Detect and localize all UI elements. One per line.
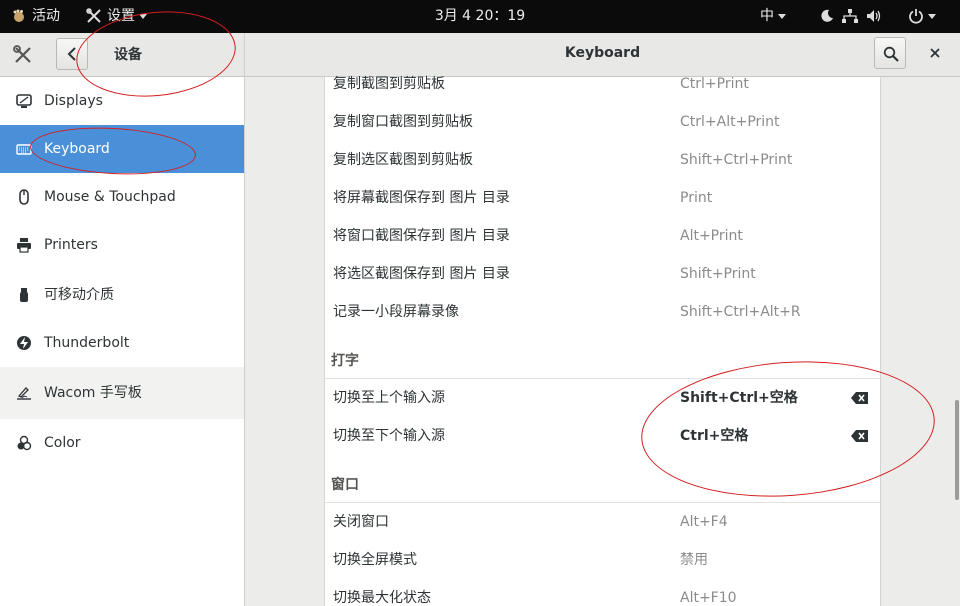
tablet-icon (17, 387, 31, 400)
shortcut-accel: Ctrl+Print (680, 76, 749, 92)
scrollbar[interactable] (955, 400, 959, 500)
content-area: 复制截图到剪贴板 Ctrl+Print 复制窗口截图到剪贴板 Ctrl+Alt+… (245, 76, 960, 606)
settings-tools-icon[interactable] (12, 44, 34, 66)
shortcut-row[interactable]: 将窗口截图保存到 图片 目录 Alt+Print (325, 217, 880, 255)
shortcut-row[interactable]: 将选区截图保存到 图片 目录 Shift+Print (325, 255, 880, 293)
sidebar-item-keyboard[interactable]: Keyboard (0, 125, 244, 173)
network-icon (842, 9, 858, 23)
shortcut-row[interactable]: 复制窗口截图到剪贴板 Ctrl+Alt+Print (325, 103, 880, 141)
power-menu[interactable] (908, 0, 936, 33)
search-icon (883, 46, 899, 62)
shortcut-accel: Alt+F4 (680, 514, 728, 530)
backspace-icon[interactable] (851, 392, 868, 404)
shortcuts-list: 复制截图到剪贴板 Ctrl+Print 复制窗口截图到剪贴板 Ctrl+Alt+… (324, 76, 881, 606)
section-title: 设备 (114, 47, 142, 63)
shortcut-accel: Shift+Ctrl+空格 (680, 390, 798, 406)
shortcut-accel: Shift+Print (680, 266, 756, 282)
group-heading-windows: 窗口 (331, 477, 359, 493)
group-heading-typing: 打字 (331, 353, 359, 369)
sidebar-item-label: Displays (44, 93, 103, 109)
shortcut-row[interactable]: 将屏幕截图保存到 图片 目录 Print (325, 179, 880, 217)
back-button[interactable] (56, 38, 88, 70)
shortcut-accel: 禁用 (680, 552, 708, 568)
sidebar-item-label: Printers (44, 237, 98, 253)
display-icon (16, 94, 32, 108)
sidebar-item-label: Wacom 手写板 (44, 385, 142, 401)
close-icon[interactable] (927, 45, 943, 61)
shortcut-name: 复制选区截图到剪贴板 (333, 152, 473, 168)
shortcut-row[interactable]: 关闭窗口 Alt+F4 (325, 503, 880, 541)
shortcut-name: 将屏幕截图保存到 图片 目录 (333, 190, 510, 206)
input-method-label: 中 (760, 8, 774, 24)
shortcut-name: 切换至上个输入源 (333, 390, 445, 406)
top-bar: 活动 设置 3月 4 20：19 中 (0, 0, 960, 33)
backspace-icon[interactable] (851, 430, 868, 442)
shortcut-name: 关闭窗口 (333, 514, 389, 530)
shortcut-row[interactable]: 切换至下个输入源 Ctrl+空格 (325, 417, 880, 455)
shortcut-accel: Print (680, 190, 713, 206)
shortcut-name: 复制窗口截图到剪贴板 (333, 114, 473, 130)
thunderbolt-icon (17, 336, 31, 350)
shortcut-accel: Shift+Ctrl+Alt+R (680, 304, 801, 320)
chevron-down-icon (928, 13, 936, 19)
status-menu[interactable] (820, 0, 890, 33)
shortcut-row[interactable]: 切换最大化状态 Alt+F10 (325, 579, 880, 606)
sidebar-item-label: 可移动介质 (44, 287, 114, 303)
usb-icon (20, 288, 28, 302)
sidebar-item-removable-media[interactable]: 可移动介质 (0, 271, 244, 319)
sidebar-item-thunderbolt[interactable]: Thunderbolt (0, 319, 244, 367)
shortcut-name: 复制截图到剪贴板 (333, 76, 445, 92)
shortcut-row[interactable]: 切换至上个输入源 Shift+Ctrl+空格 (325, 379, 880, 417)
shortcut-row[interactable]: 切换全屏模式 禁用 (325, 541, 880, 579)
clock-label[interactable]: 3月 4 20：19 (435, 8, 525, 24)
shortcut-name: 将窗口截图保存到 图片 目录 (333, 228, 510, 244)
shortcut-accel: Shift+Ctrl+Print (680, 152, 793, 168)
sidebar-item-displays[interactable]: Displays (0, 77, 244, 125)
chevron-left-icon (67, 47, 76, 61)
shortcut-name: 切换至下个输入源 (333, 428, 445, 444)
power-icon (909, 9, 923, 24)
sidebar-item-mouse[interactable]: Mouse & Touchpad (0, 173, 244, 221)
shortcut-accel: Ctrl+空格 (680, 428, 749, 444)
sidebar-item-label: Thunderbolt (44, 335, 130, 351)
sidebar: Displays Keyboard Mouse & Touchpad Print… (0, 77, 245, 606)
sidebar-item-label: Keyboard (44, 141, 110, 157)
color-icon (17, 435, 32, 451)
shortcut-accel: Alt+Print (680, 228, 743, 244)
gnome-foot-icon (13, 9, 24, 22)
night-light-icon (821, 9, 833, 22)
shortcut-name: 切换全屏模式 (333, 552, 417, 568)
app-menu-label: 设置 (107, 8, 135, 24)
app-menu[interactable]: 设置 (86, 0, 147, 33)
shortcut-name: 将选区截图保存到 图片 目录 (333, 266, 510, 282)
mouse-icon (19, 189, 29, 205)
shortcut-accel: Ctrl+Alt+Print (680, 114, 780, 130)
sidebar-item-printers[interactable]: Printers (0, 221, 244, 269)
activities-button[interactable]: 活动 (12, 0, 60, 33)
shortcut-accel: Alt+F10 (680, 590, 737, 606)
sidebar-item-label: Mouse & Touchpad (44, 189, 176, 205)
input-method-menu[interactable]: 中 (760, 0, 786, 33)
settings-tools-icon (86, 8, 101, 23)
sidebar-item-color[interactable]: Color (0, 419, 244, 467)
shortcut-name: 切换最大化状态 (333, 590, 431, 606)
volume-icon (867, 10, 881, 22)
shortcut-name: 记录一小段屏幕录像 (333, 304, 459, 320)
printer-icon (17, 238, 31, 253)
sidebar-item-wacom[interactable]: Wacom 手写板 (0, 367, 244, 419)
chevron-down-icon (778, 13, 786, 19)
keyboard-icon (16, 144, 32, 155)
header-left: 设备 (0, 33, 245, 77)
sidebar-item-label: Color (44, 435, 81, 451)
shortcut-row[interactable]: 复制选区截图到剪贴板 Shift+Ctrl+Print (325, 141, 880, 179)
activities-label: 活动 (32, 8, 60, 24)
shortcut-row[interactable]: 记录一小段屏幕录像 Shift+Ctrl+Alt+R (325, 293, 880, 331)
chevron-down-icon (139, 13, 147, 19)
shortcut-row[interactable]: 复制截图到剪贴板 Ctrl+Print (325, 65, 880, 103)
